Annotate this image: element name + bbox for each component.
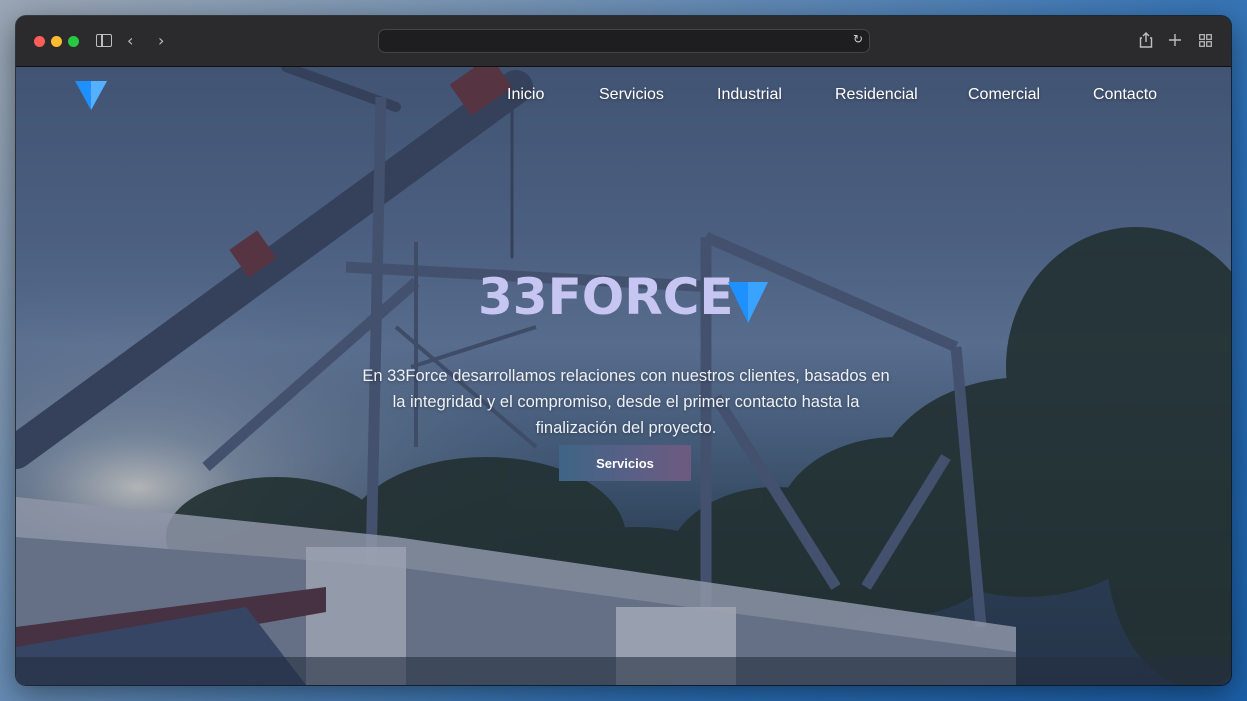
address-bar[interactable]: ↻ [378,29,870,53]
sidebar-icon[interactable] [96,34,112,47]
browser-toolbar: ‹ › ↻ [16,16,1231,67]
hero-title: 33FORCE [478,268,734,326]
nav-link-residencial[interactable]: Residencial [835,83,918,107]
back-icon[interactable]: ‹ [127,30,133,52]
forward-icon[interactable]: › [158,30,164,52]
zoom-window-button[interactable] [68,36,79,47]
main-navigation: Inicio Servicios Industrial Residencial … [16,83,1231,107]
close-window-button[interactable] [34,36,45,47]
new-tab-icon[interactable] [1169,34,1181,46]
nav-link-industrial[interactable]: Industrial [717,83,782,107]
reload-icon[interactable]: ↻ [853,32,863,46]
nav-link-contacto[interactable]: Contacto [1093,83,1157,107]
share-icon[interactable] [1139,32,1153,48]
nav-link-servicios[interactable]: Servicios [599,83,664,107]
browser-window: ‹ › ↻ Inicio Servicios Industrial Reside… [16,16,1231,685]
tab-overview-icon[interactable] [1199,34,1212,47]
minimize-window-button[interactable] [51,36,62,47]
page-viewport: Inicio Servicios Industrial Residencial … [16,67,1231,685]
nav-link-inicio[interactable]: Inicio [507,83,544,107]
hero-logo-triangle-icon [728,282,768,323]
nav-link-comercial[interactable]: Comercial [968,83,1040,107]
hero-description: En 33Force desarrollamos relaciones con … [362,366,890,437]
hero-services-button[interactable]: Servicios [559,445,691,481]
